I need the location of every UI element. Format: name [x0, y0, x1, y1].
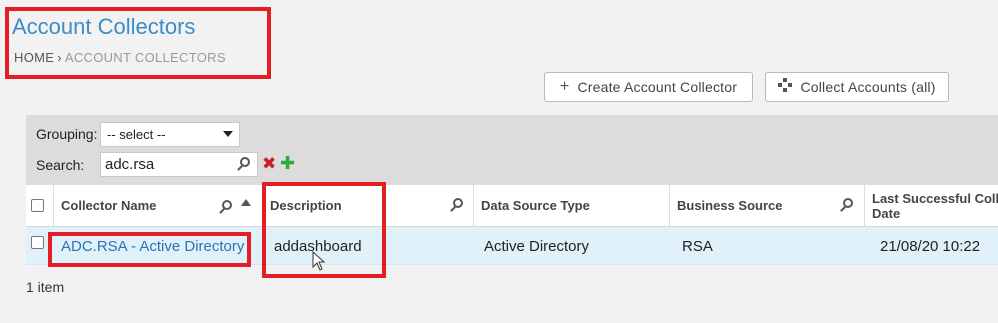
grouping-select-value: -- select --	[107, 127, 166, 142]
column-divider	[53, 185, 54, 227]
column-divider	[473, 185, 474, 227]
grouping-label: Grouping:	[36, 126, 98, 142]
add-filter-icon[interactable]: ✚	[280, 153, 295, 174]
column-filter-search-icon[interactable]	[222, 200, 232, 210]
collect-accounts-button[interactable]: Collect Accounts (all)	[765, 72, 949, 102]
column-header-last-successful[interactable]: Last Successful Coll	[872, 191, 998, 206]
data-source-type-cell: Active Directory	[484, 238, 590, 255]
column-filter-search-icon[interactable]	[843, 198, 853, 208]
business-source-cell: RSA	[682, 238, 713, 255]
mouse-cursor-icon	[312, 251, 326, 271]
row-checkbox[interactable]	[31, 236, 44, 249]
collector-name-link[interactable]: ADC.RSA - Active Directory	[61, 238, 244, 255]
column-divider	[669, 185, 670, 227]
select-all-checkbox[interactable]	[31, 199, 44, 212]
breadcrumb-current: ACCOUNT COLLECTORS	[64, 50, 226, 65]
column-header-description[interactable]: Description	[270, 198, 342, 213]
search-label: Search:	[36, 157, 85, 173]
item-count: 1 item	[26, 279, 65, 295]
collect-accounts-label: Collect Accounts (all)	[800, 79, 936, 95]
column-header-last-successful-line2: Date	[872, 206, 901, 221]
create-account-collector-button[interactable]: + Create Account Collector	[544, 72, 753, 102]
collect-icon	[778, 78, 793, 96]
column-header-collector-name[interactable]: Collector Name	[61, 198, 156, 213]
column-header-business-source[interactable]: Business Source	[677, 198, 783, 213]
search-input[interactable]	[100, 152, 258, 177]
create-account-collector-label: Create Account Collector	[577, 79, 738, 95]
grouping-select[interactable]: -- select --	[100, 122, 240, 147]
column-divider	[262, 185, 263, 227]
column-filter-search-icon[interactable]	[453, 198, 463, 208]
last-successful-cell: 21/08/20 10:22	[880, 238, 981, 255]
page-title: Account Collectors	[12, 14, 196, 39]
clear-search-icon[interactable]: ✖	[262, 154, 276, 174]
column-header-data-source-type[interactable]: Data Source Type	[481, 198, 590, 213]
breadcrumb-separator: ›	[57, 50, 62, 65]
plus-icon: +	[559, 78, 570, 95]
breadcrumb: HOME › ACCOUNT COLLECTORS	[14, 50, 226, 65]
sort-ascending-icon[interactable]	[241, 199, 251, 206]
breadcrumb-home[interactable]: HOME	[14, 50, 54, 65]
search-icon[interactable]	[240, 157, 250, 167]
column-divider	[864, 185, 865, 227]
chevron-down-icon	[223, 131, 233, 137]
